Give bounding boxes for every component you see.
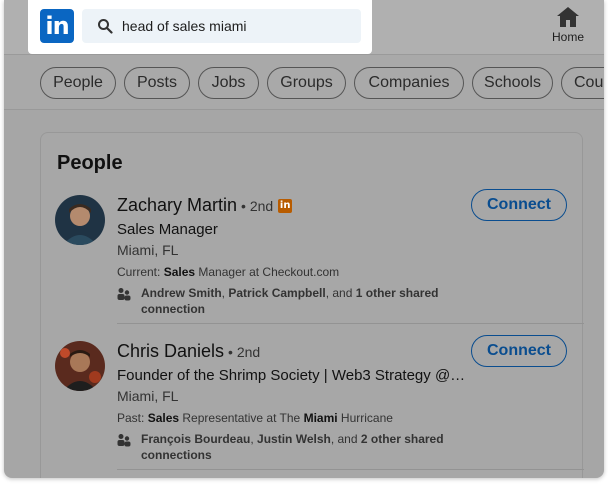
shared-name-2: Justin Welsh — [257, 432, 331, 446]
search-input[interactable] — [122, 9, 352, 43]
result-name[interactable]: Zachary Martin — [117, 195, 237, 216]
search-bar[interactable] — [82, 9, 361, 43]
filter-companies[interactable]: Companies — [354, 67, 464, 99]
summary-prefix: Past: — [117, 411, 148, 425]
shared-connections-icon — [117, 434, 131, 447]
name-line: Zachary Martin • 2nd in — [117, 195, 293, 216]
filter-posts[interactable]: Posts — [124, 67, 190, 99]
summary-keyword: Sales — [163, 265, 196, 279]
list-item: Zachary Martin • 2nd in Sales Manager Mi… — [41, 189, 584, 341]
filter-people[interactable]: People — [40, 67, 116, 99]
connection-degree: • 2nd — [241, 197, 274, 214]
avatar[interactable] — [55, 341, 105, 391]
summary-prefix: Current: — [117, 265, 164, 279]
home-icon — [557, 7, 579, 27]
search-filter-bar: People Posts Jobs Groups Companies Schoo… — [4, 54, 604, 110]
people-results-card: People Zachary Martin • 2nd in Sales Man… — [40, 132, 584, 478]
result-name[interactable]: Chris Daniels — [117, 341, 224, 362]
nav-home[interactable]: Home — [544, 6, 592, 50]
search-icon — [98, 19, 113, 34]
summary-rest: Hurricane — [337, 411, 393, 425]
list-item: Chris Daniels • 2nd Founder of the Shrim… — [41, 335, 584, 478]
summary-rest: Manager at Checkout.com — [195, 265, 340, 279]
connection-degree: • 2nd — [228, 343, 261, 360]
summary-keyword: Sales — [147, 411, 180, 425]
summary-keyword-2: Miami — [303, 411, 338, 425]
connect-button[interactable]: Connect — [471, 189, 567, 221]
name-line: Chris Daniels • 2nd — [117, 341, 260, 362]
filter-jobs[interactable]: Jobs — [198, 67, 259, 99]
result-summary: Past: Sales Representative at The Miami … — [117, 411, 393, 425]
result-divider — [117, 469, 584, 470]
nav-home-label: Home — [551, 30, 584, 44]
section-title: People — [57, 152, 123, 174]
filter-schools[interactable]: Schools — [472, 67, 553, 99]
shared-and: , and — [325, 286, 356, 300]
result-headline: Founder of the Shrimp Society | Web3 Str… — [117, 367, 466, 384]
result-location: Miami, FL — [117, 388, 179, 404]
app-window: in Home People Posts Jobs Groups Compani… — [4, 0, 604, 478]
shared-name-1: Andrew Smith — [141, 286, 222, 300]
filter-groups[interactable]: Groups — [267, 67, 346, 99]
avatar[interactable] — [55, 195, 105, 245]
connect-button[interactable]: Connect — [471, 335, 567, 367]
result-summary: Current: Sales Manager at Checkout.com — [117, 265, 339, 279]
result-headline: Sales Manager — [117, 221, 218, 238]
shared-and: , and — [330, 432, 361, 446]
shared-connections[interactable]: François Bourdeau, Justin Welsh, and 2 o… — [141, 431, 481, 463]
linkedin-logo-icon[interactable]: in — [40, 9, 74, 43]
shared-name-2: Patrick Campbell — [228, 286, 326, 300]
premium-badge-icon: in — [278, 198, 293, 213]
summary-mid: Representative at The — [179, 411, 304, 425]
filter-courses[interactable]: Cou — [561, 67, 604, 99]
shared-connections[interactable]: Andrew Smith, Patrick Campbell, and 1 ot… — [141, 285, 481, 317]
shared-connections-icon — [117, 288, 131, 301]
result-divider — [117, 323, 584, 324]
shared-name-1: François Bourdeau — [141, 432, 251, 446]
result-location: Miami, FL — [117, 242, 179, 258]
